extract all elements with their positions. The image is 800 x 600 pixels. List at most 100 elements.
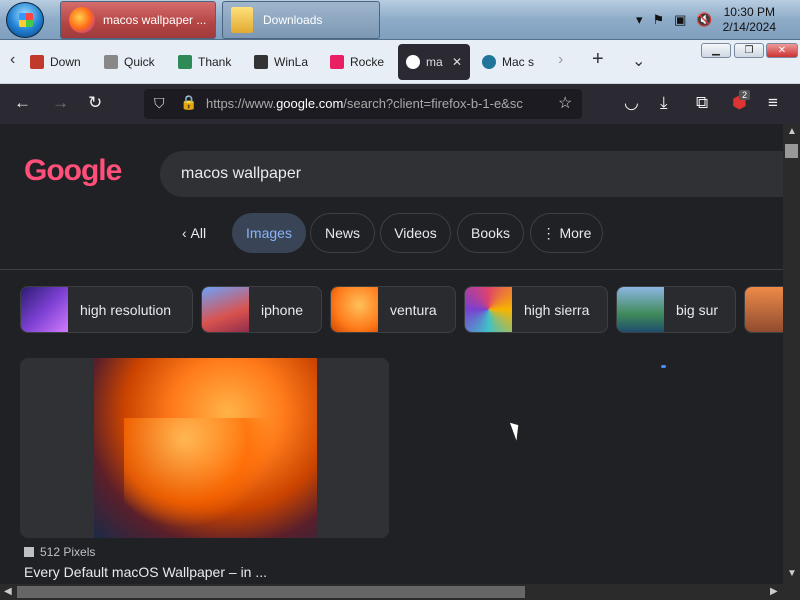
tab-label: Mac s xyxy=(502,55,535,69)
taskbar-task-label: macos wallpaper ... xyxy=(103,13,207,27)
suggestion-chip[interactable] xyxy=(744,286,783,333)
scroll-right-icon[interactable]: ▶ xyxy=(770,586,778,597)
suggestion-thumbnail xyxy=(617,287,664,332)
suggestion-label: big sur xyxy=(676,301,719,318)
loading-indicator xyxy=(661,365,666,368)
google-favicon-icon xyxy=(406,55,420,69)
suggestion-chip[interactable]: high sierra xyxy=(464,286,608,333)
divider xyxy=(0,269,783,270)
taskbar-task-label: Downloads xyxy=(263,13,323,27)
vertical-scrollbar[interactable]: ▲ ▼ xyxy=(783,124,800,584)
tab-winla[interactable]: WinLa xyxy=(254,44,308,80)
search-filters: ‹ All Images News Videos Books ⋮ More xyxy=(0,213,783,253)
taskbar-firefox-button[interactable]: macos wallpaper ... xyxy=(60,1,216,39)
filter-images[interactable]: Images xyxy=(232,213,306,253)
firefox-icon xyxy=(69,7,95,33)
tabs-scroll-right-icon[interactable]: › xyxy=(558,51,563,69)
restore-button[interactable]: ❐ xyxy=(734,43,764,58)
url-path: /search?client=firefox-b-1-e&sc xyxy=(343,96,523,111)
image-result-card[interactable] xyxy=(20,358,389,538)
scrollbar-thumb[interactable] xyxy=(785,144,798,158)
back-icon[interactable]: ← xyxy=(14,93,31,113)
filter-news[interactable]: News xyxy=(310,213,375,253)
tab-downloads[interactable]: Down xyxy=(30,44,81,80)
filter-books[interactable]: Books xyxy=(457,213,524,253)
tabs-scroll-left-icon[interactable]: ‹ xyxy=(10,51,15,69)
address-bar[interactable]: ⛉ 🔒 https://www.google.com/search?client… xyxy=(144,89,582,119)
horizontal-scrollbar[interactable]: ◀ ▶ xyxy=(0,584,800,600)
result-title[interactable]: Every Default macOS Wallpaper – in ... xyxy=(24,564,267,580)
reload-icon[interactable]: ↻ xyxy=(88,93,102,113)
favicon-icon xyxy=(178,55,192,69)
close-window-button[interactable]: ✕ xyxy=(766,43,798,58)
forward-icon[interactable]: → xyxy=(52,93,69,113)
extension-badge: 2 xyxy=(739,90,751,100)
url-text: https://www.google.com/search?client=fir… xyxy=(206,96,550,111)
filter-all[interactable]: ‹ All xyxy=(168,213,220,253)
scrollbar-thumb[interactable] xyxy=(17,586,525,598)
clock-date: 2/14/2024 xyxy=(722,20,776,34)
suggestion-label: ventura xyxy=(390,301,437,318)
google-doodle-logo[interactable]: Google xyxy=(24,154,122,188)
url-domain: google.com xyxy=(276,96,344,111)
tab-mac[interactable]: Mac s xyxy=(482,44,534,80)
shield-icon[interactable]: ⛉ xyxy=(154,95,165,112)
menu-icon[interactable]: ≡ xyxy=(768,93,778,113)
tab-label: Quick xyxy=(124,55,155,69)
new-tab-icon[interactable]: + xyxy=(592,48,604,71)
favicon-icon xyxy=(30,55,44,69)
search-box[interactable]: macos wallpaper xyxy=(160,151,783,197)
favicon-icon xyxy=(254,55,268,69)
filter-label: Images xyxy=(246,225,292,241)
tab-rocke[interactable]: Rocke xyxy=(330,44,384,80)
system-tray: ▾ ⚑ ▣ 🔇 10:30 PM 2/14/2024 xyxy=(636,0,800,40)
filter-videos[interactable]: Videos xyxy=(380,213,451,253)
lock-icon[interactable]: 🔒 xyxy=(180,94,197,111)
navigation-bar: ← → ↻ ⛉ 🔒 https://www.google.com/search?… xyxy=(0,84,800,124)
suggestion-thumbnail xyxy=(21,287,68,332)
result-meta: 512 Pixels xyxy=(24,545,95,559)
action-center-flag-icon[interactable]: ⚑ xyxy=(652,12,664,28)
filter-more[interactable]: ⋮ More xyxy=(530,213,603,253)
tab-google-active[interactable]: ma ✕ xyxy=(398,44,470,80)
extensions-icon[interactable]: ⧉ xyxy=(696,93,708,113)
suggestion-label: high sierra xyxy=(524,301,590,318)
taskbar-downloads-button[interactable]: Downloads xyxy=(222,1,380,39)
pocket-icon[interactable]: ◡ xyxy=(624,93,639,113)
tab-strip: ‹ Down Quick Thank WinLa Rocke ma ✕ Mac s… xyxy=(0,40,800,84)
suggestion-chip[interactable]: high resolution xyxy=(20,286,193,333)
scroll-down-icon[interactable]: ▼ xyxy=(787,568,797,579)
scroll-up-icon[interactable]: ▲ xyxy=(787,126,797,137)
google-images-page: Google macos wallpaper ‹ All Images News… xyxy=(0,124,783,584)
minimize-button[interactable]: ▁ xyxy=(701,43,731,58)
start-button[interactable] xyxy=(6,2,44,38)
downloads-icon[interactable]: ⤓ xyxy=(660,93,668,113)
tab-label: Down xyxy=(50,55,81,69)
suggestion-thumbnail xyxy=(465,287,512,332)
url-prefix: https://www. xyxy=(206,96,277,111)
filter-label: News xyxy=(324,225,360,241)
search-query: macos wallpaper xyxy=(181,165,302,182)
close-tab-icon[interactable]: ✕ xyxy=(452,55,462,69)
tab-thank[interactable]: Thank xyxy=(178,44,231,80)
tab-quick[interactable]: Quick xyxy=(104,44,155,80)
volume-muted-icon[interactable]: 🔇 xyxy=(696,12,712,28)
suggestion-chip[interactable]: big sur xyxy=(616,286,736,333)
clock-time: 10:30 PM xyxy=(723,5,775,19)
show-hidden-icons-icon[interactable]: ▾ xyxy=(636,12,643,28)
bookmark-star-icon[interactable]: ☆ xyxy=(558,93,572,113)
tab-label: Thank xyxy=(198,55,232,69)
clock[interactable]: 10:30 PM 2/14/2024 xyxy=(723,5,776,35)
suggestion-chip[interactable]: ventura xyxy=(330,286,456,333)
filter-label: Videos xyxy=(394,225,437,241)
result-thumbnail[interactable] xyxy=(94,358,317,538)
network-icon[interactable]: ▣ xyxy=(674,12,686,28)
filter-label: All xyxy=(190,225,207,241)
wordpress-favicon-icon xyxy=(482,55,496,69)
suggestion-thumbnail xyxy=(331,287,378,332)
scroll-left-icon[interactable]: ◀ xyxy=(4,586,12,597)
taskbar: macos wallpaper ... Downloads ▾ ⚑ ▣ 🔇 10… xyxy=(0,0,800,40)
suggestion-chip[interactable]: iphone xyxy=(201,286,322,333)
windows-logo-icon xyxy=(19,13,33,27)
list-all-tabs-icon[interactable]: ⌄ xyxy=(632,51,645,71)
